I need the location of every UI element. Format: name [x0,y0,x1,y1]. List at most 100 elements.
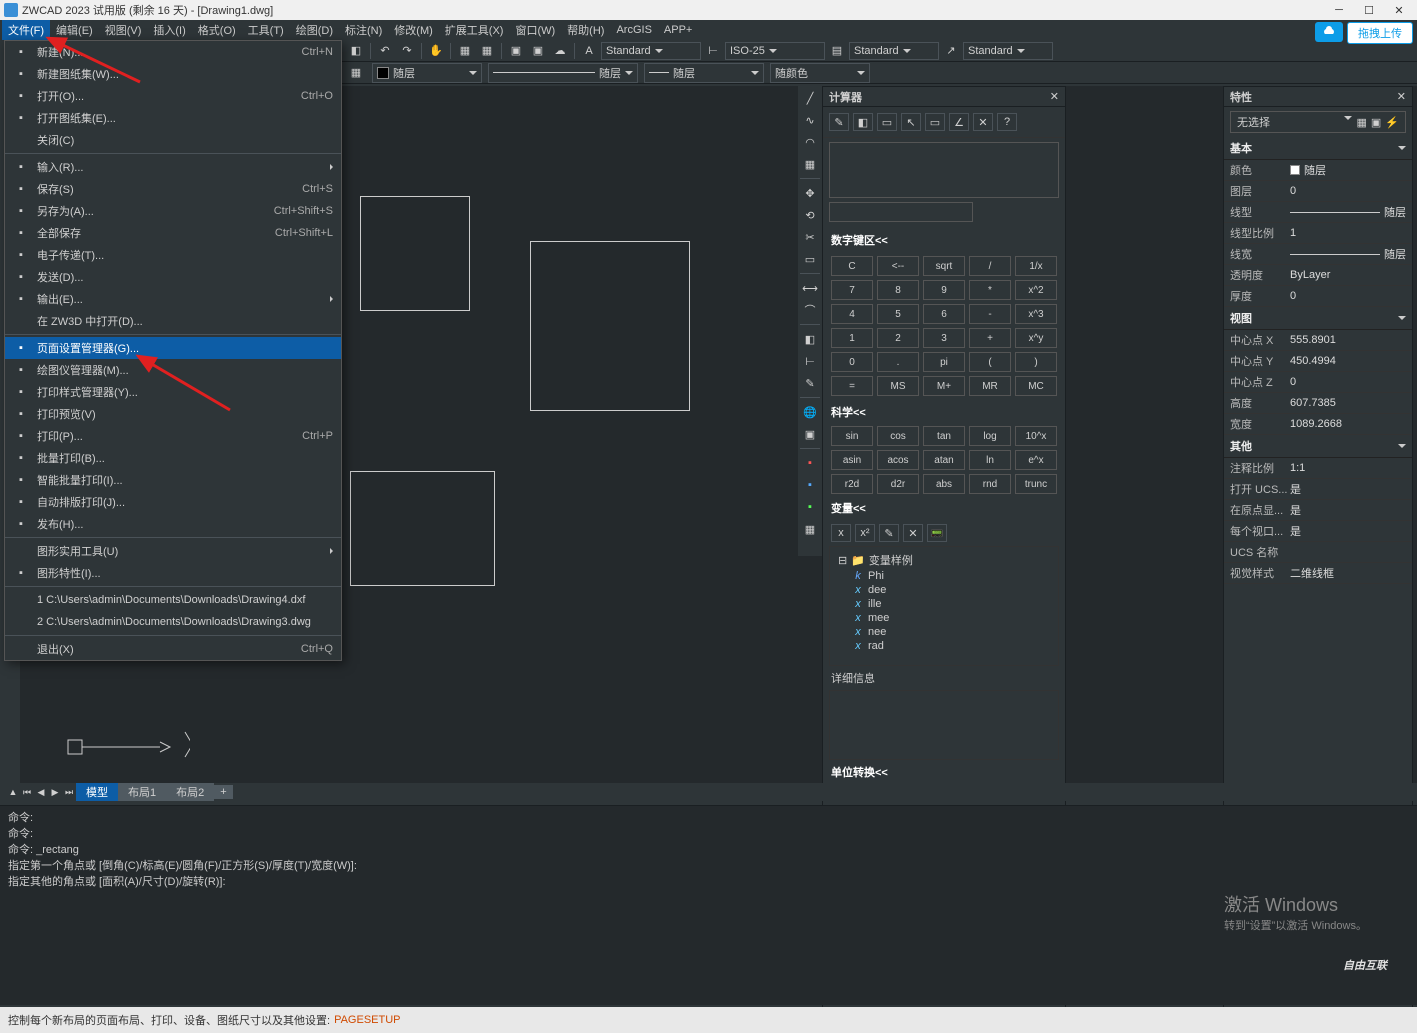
grid-icon[interactable]: ▦ [800,519,820,539]
variable-item[interactable]: xmee [838,611,1050,625]
menu-f[interactable]: 文件(F) [2,20,50,40]
tab-nav-fwd-icon[interactable]: ▶ [48,785,62,799]
prop-row[interactable]: 图层0 [1224,181,1412,202]
prop-row[interactable]: 中心点 Y450.4994 [1224,351,1412,372]
file-menu-item[interactable]: ▪发布(H)... [5,513,341,535]
prop-row[interactable]: 中心点 Z0 [1224,372,1412,393]
file-menu-item[interactable]: ▪电子传递(T)... [5,244,341,266]
dim-style-icon[interactable]: ⊢ [703,41,723,61]
dim-style-dropdown[interactable]: ISO-25 [725,42,825,60]
tab-nav-last-icon[interactable]: ⏭ [62,785,76,799]
color-dropdown[interactable]: 随颜色 [770,63,870,83]
calc-sci-trunc[interactable]: trunc [1015,474,1057,494]
calc-key-3[interactable]: 3 [923,328,965,348]
menu-v[interactable]: 视图(V) [99,20,148,40]
calc-key-([interactable]: ( [969,352,1011,372]
file-menu-item[interactable]: ▪打开图纸集(E)... [5,107,341,129]
minimize-button[interactable]: ─ [1325,1,1353,19]
rect-icon[interactable]: ▭ [800,249,820,269]
variable-item[interactable]: xdee [838,583,1050,597]
prop-section-header[interactable]: 基本 [1224,137,1412,160]
prop-row[interactable]: 视觉样式二维线框 [1224,563,1412,584]
dim-linear-icon[interactable]: ⊢ [800,351,820,371]
calc-key-.[interactable]: . [877,352,919,372]
tool-icon[interactable]: ◧ [346,41,366,61]
calc-sci-atan[interactable]: atan [923,450,965,470]
prop-row[interactable]: 注释比例1:1 [1224,458,1412,479]
prop-section-header[interactable]: 视图 [1224,307,1412,330]
cloud-tool-icon[interactable]: ☁ [550,41,570,61]
file-menu-item[interactable]: ▪批量打印(B)... [5,447,341,469]
dim-icon[interactable]: ⟷ [800,278,820,298]
var-header[interactable]: 变量<< [823,496,1065,520]
var-calc-icon[interactable]: 📟 [927,524,947,542]
calc-sci-d2r[interactable]: d2r [877,474,919,494]
polyline-icon[interactable]: ∿ [800,110,820,130]
calc-key--[interactable]: - [969,304,1011,324]
quickselect-icon[interactable]: ▦ [1356,116,1366,129]
calc-tool-icon[interactable]: ✕ [973,113,993,131]
calc-tool-icon[interactable]: ▭ [877,113,897,131]
panel-close-icon[interactable]: ✕ [1397,90,1406,103]
variable-item[interactable]: kPhi [838,569,1050,583]
unit-header[interactable]: 单位转换<< [823,760,1065,784]
prop-row[interactable]: 透明度ByLayer [1224,265,1412,286]
calc-key-*[interactable]: * [969,280,1011,300]
calc-sci-acos[interactable]: acos [877,450,919,470]
prop-row[interactable]: 线型随层 [1224,202,1412,223]
hatch-icon[interactable]: ▦ [800,154,820,174]
file-menu-item[interactable]: ▪输出(E)... [5,288,341,310]
block-icon[interactable]: ▣ [506,41,526,61]
menu-w[interactable]: 窗口(W) [509,20,561,40]
mleader-style-icon[interactable]: ↗ [941,41,961,61]
file-menu-item[interactable]: ▪自动排版打印(J)... [5,491,341,513]
lineweight-dropdown[interactable]: 随层 [644,63,764,83]
layer-icon[interactable]: ◧ [800,329,820,349]
calc-key-6[interactable]: 6 [923,304,965,324]
var-tool-icon[interactable]: x² [855,524,875,542]
tab-nav-prev-icon[interactable]: ▲ [6,785,20,799]
cloud-icon[interactable] [1315,22,1343,42]
calc-key-C[interactable]: C [831,256,873,276]
calc-sci-log[interactable]: log [969,426,1011,446]
file-menu-item[interactable]: 退出(X)Ctrl+Q [5,638,341,660]
text-style-icon[interactable]: A [579,41,599,61]
file-menu-item[interactable]: ▪输入(R)... [5,156,341,178]
table-style-icon[interactable]: ▤ [827,41,847,61]
calc-sci-e^x[interactable]: e^x [1015,450,1057,470]
calc-key-<--[interactable]: <-- [877,256,919,276]
file-menu-item[interactable]: ▪新建(N)...Ctrl+N [5,41,341,63]
text-style-dropdown[interactable]: Standard [601,42,701,60]
layout-tab[interactable]: 模型 [76,783,118,801]
calc-sci-r2d[interactable]: r2d [831,474,873,494]
add-tab-button[interactable]: + [214,785,232,799]
block-icon[interactable]: ▣ [528,41,548,61]
calc-clear-icon[interactable]: ✎ [829,113,849,131]
calc-sci-cos[interactable]: cos [877,426,919,446]
menu-d[interactable]: 绘图(D) [290,20,339,40]
file-menu-item[interactable]: ▪保存(S)Ctrl+S [5,178,341,200]
table-style-dropdown[interactable]: Standard [849,42,939,60]
variable-item[interactable]: xnee [838,625,1050,639]
file-menu-item[interactable]: ▪发送(D)... [5,266,341,288]
variable-item[interactable]: xille [838,597,1050,611]
panel-close-icon[interactable]: ✕ [1050,90,1059,103]
calc-input[interactable] [829,202,973,222]
tree-collapse-icon[interactable]: ⊟ [838,554,847,567]
file-menu-item[interactable]: 2 C:\Users\admin\Documents\Downloads\Dra… [5,611,341,633]
calc-sci-10^x[interactable]: 10^x [1015,426,1057,446]
var-tool-icon[interactable]: x [831,524,851,542]
calc-key-/[interactable]: / [969,256,1011,276]
file-menu-item[interactable]: 1 C:\Users\admin\Documents\Downloads\Dra… [5,589,341,611]
calc-pick-icon[interactable]: ↖ [901,113,921,131]
calc-key-7[interactable]: 7 [831,280,873,300]
redo-icon[interactable]: ↷ [397,41,417,61]
calc-sci-sin[interactable]: sin [831,426,873,446]
close-button[interactable]: ✕ [1385,1,1413,19]
rotate-icon[interactable]: ⟲ [800,205,820,225]
trim-icon[interactable]: ✂ [800,227,820,247]
prop-row[interactable]: 在原点显...是 [1224,500,1412,521]
calc-key-1/x[interactable]: 1/x [1015,256,1057,276]
menu-app[interactable]: APP+ [658,22,698,38]
calc-key-sqrt[interactable]: sqrt [923,256,965,276]
